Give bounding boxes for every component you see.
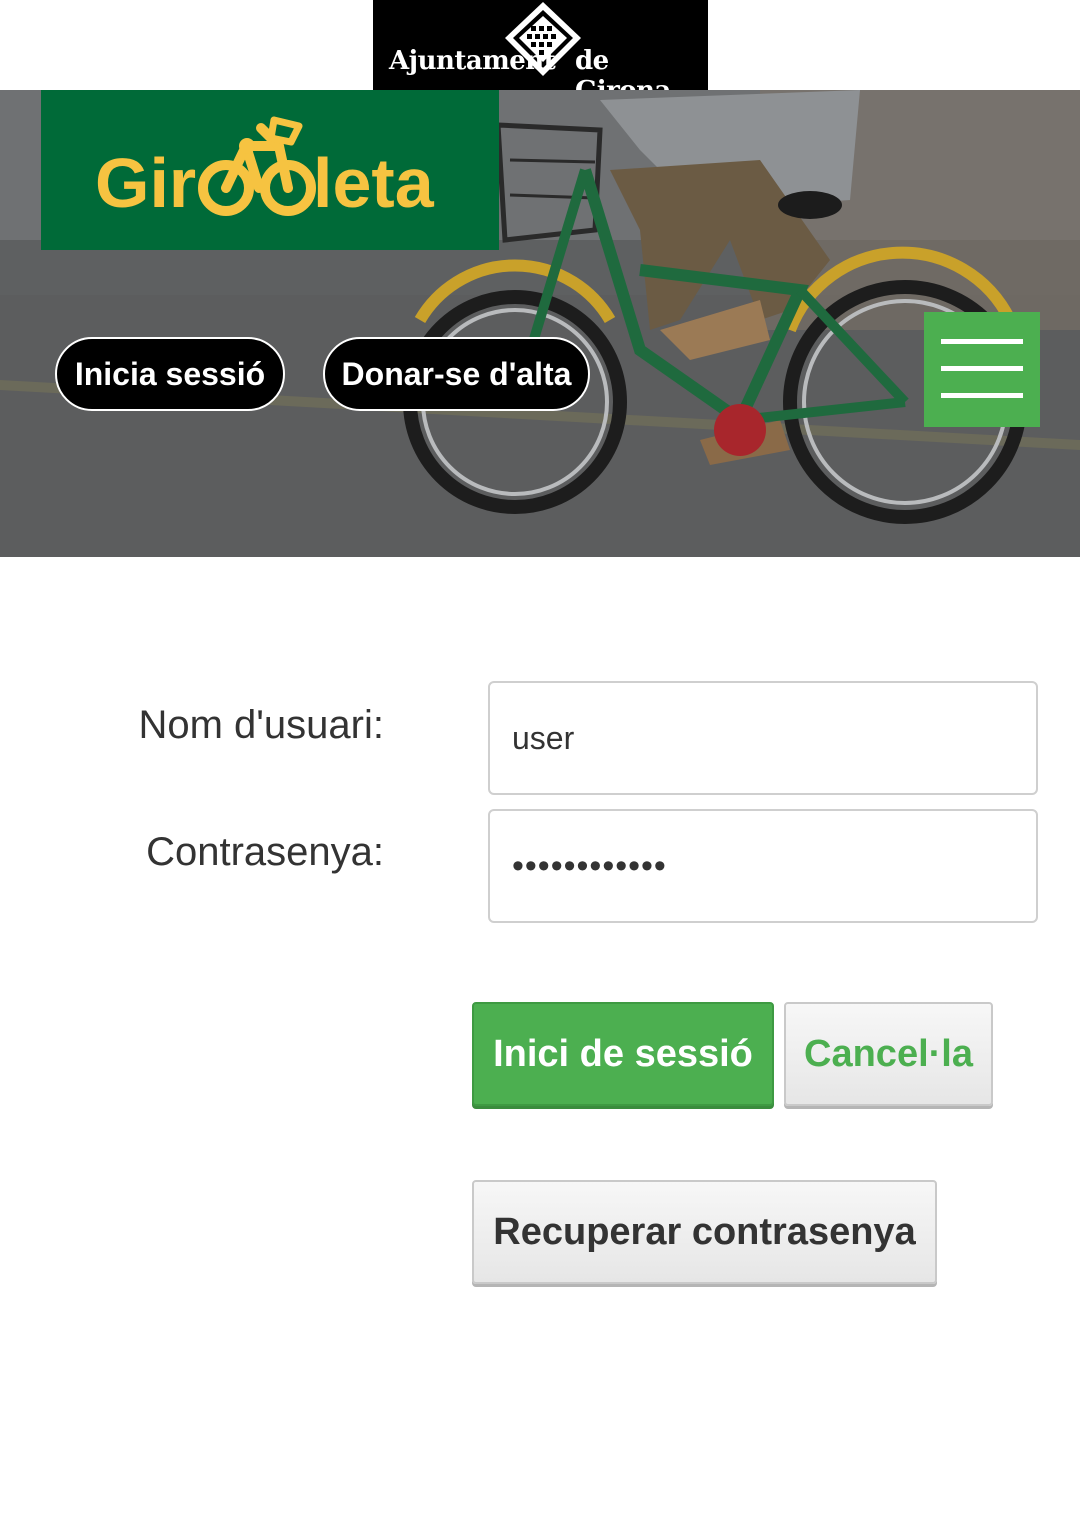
password-input[interactable]: •••••••••••• bbox=[488, 809, 1038, 923]
login-submit-button[interactable]: Inici de sessió bbox=[472, 1002, 774, 1106]
recover-password-button[interactable]: Recuperar contrasenya bbox=[472, 1180, 937, 1284]
menu-bar bbox=[941, 366, 1023, 371]
menu-bar bbox=[941, 393, 1023, 398]
hamburger-menu-icon[interactable] bbox=[924, 312, 1040, 427]
menu-bar bbox=[941, 339, 1023, 344]
cancel-button[interactable]: Cancel·la bbox=[784, 1002, 993, 1106]
city-logo: Ajuntament de Girona bbox=[373, 0, 708, 90]
signup-link-button[interactable]: Donar-se d'alta bbox=[323, 337, 590, 411]
svg-text:leta: leta bbox=[313, 144, 435, 222]
username-label: Nom d'usuari: bbox=[138, 703, 384, 747]
login-link-button[interactable]: Inicia sessió bbox=[55, 337, 285, 411]
bicycle-icon: Gir leta bbox=[95, 116, 435, 222]
city-logo-left-text: Ajuntament bbox=[389, 46, 556, 76]
city-logo-right-text: de Girona bbox=[575, 46, 671, 90]
hero-banner: Gir leta Inicia sessió Donar-se d'alta bbox=[0, 90, 1080, 557]
brand-logo[interactable]: Gir leta bbox=[41, 90, 499, 250]
password-label: Contrasenya: bbox=[146, 830, 384, 874]
username-input[interactable]: user bbox=[488, 681, 1038, 795]
svg-text:Gir: Gir bbox=[95, 144, 196, 222]
